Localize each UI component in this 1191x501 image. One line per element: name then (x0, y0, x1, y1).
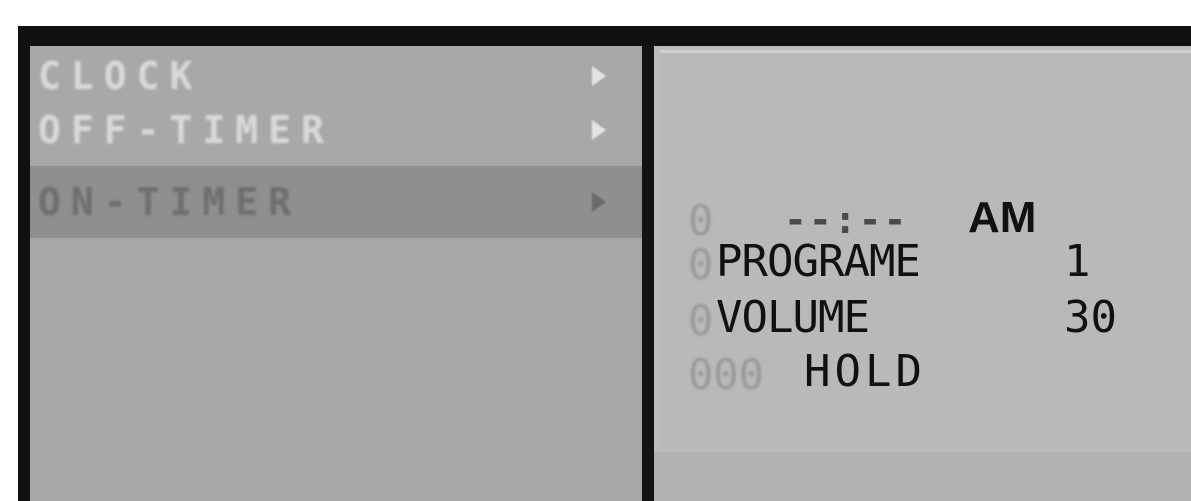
osd-screen: CLOCK OFF-TIMER ON-TIMER 0 --:-- AM 0 PR… (18, 26, 1191, 501)
triangle-right-icon (592, 192, 606, 212)
menu-item-off-timer[interactable]: OFF-TIMER (30, 102, 642, 158)
menu-item-clock[interactable]: CLOCK (30, 48, 642, 104)
menu-item-on-timer[interactable]: ON-TIMER (30, 166, 642, 238)
mode-hold[interactable]: HOLD (804, 346, 926, 397)
panel-divider (642, 46, 654, 501)
ghost-marker: 0 (688, 296, 714, 345)
program-label: PROGRAME (716, 236, 921, 287)
volume-value[interactable]: 30 (1064, 292, 1117, 343)
triangle-right-icon (592, 120, 606, 140)
am-pm-indicator: AM (968, 193, 1037, 242)
on-timer-detail-panel: 0 --:-- AM 0 PROGRAME 1 0 VOLUME 30 000 … (654, 46, 1191, 501)
detail-footer (654, 452, 1191, 501)
timer-menu: CLOCK OFF-TIMER ON-TIMER (30, 46, 642, 501)
volume-label: VOLUME (716, 292, 870, 343)
triangle-right-icon (592, 66, 606, 86)
menu-item-label: ON-TIMER (38, 180, 302, 224)
program-value[interactable]: 1 (1064, 236, 1091, 287)
ghost-marker: 0 (688, 240, 714, 289)
ghost-marker: 000 (688, 350, 764, 399)
ghost-marker: 0 (688, 196, 714, 245)
menu-item-label: CLOCK (38, 54, 203, 98)
menu-item-label: OFF-TIMER (38, 108, 334, 152)
